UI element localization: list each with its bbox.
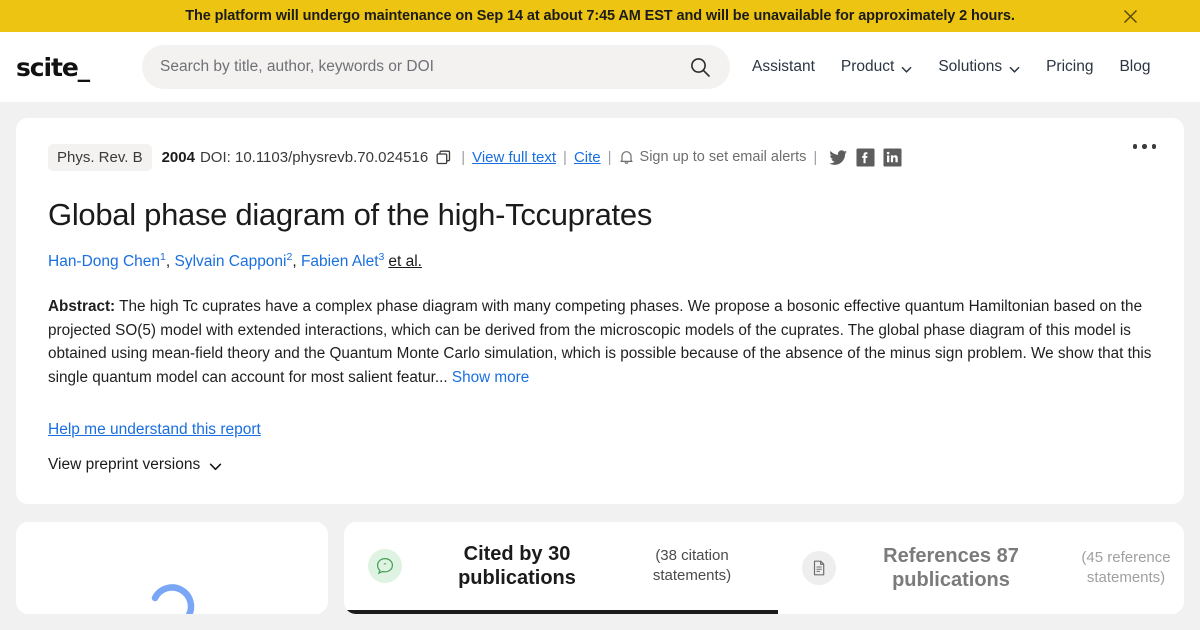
maintenance-banner: The platform will undergo maintenance on…	[0, 0, 1200, 32]
tab-references[interactable]: References 87 publications (45 reference…	[778, 522, 1184, 614]
view-preprint-versions-toggle[interactable]: View preprint versions	[48, 456, 222, 474]
twitter-bird-glyph	[829, 149, 848, 165]
dot	[1142, 144, 1147, 149]
nav-item-pricing[interactable]: Pricing	[1046, 58, 1093, 76]
copy-glyph	[436, 150, 451, 164]
separator: |	[563, 148, 567, 166]
bottom-row: ” Cited by 30 publications (38 citation …	[16, 522, 1184, 615]
references-statements: (45 reference statements)	[1081, 549, 1171, 587]
abstract-body: The high Tc cuprates have a complex phas…	[48, 298, 1152, 386]
email-alerts-label: Sign up to set email alerts	[639, 149, 807, 165]
separator: |	[461, 148, 466, 166]
quote-bubble-icon: ”	[368, 549, 402, 584]
nav-item-product[interactable]: Product	[841, 58, 912, 76]
view-full-text-link[interactable]: View full text	[472, 149, 556, 166]
author-name: Sylvain Capponi	[174, 253, 287, 271]
help-understand-report-link[interactable]: Help me understand this report	[48, 421, 261, 439]
magnifier-glyph	[691, 58, 710, 77]
search-bar[interactable]	[142, 45, 730, 89]
paper-meta-row: Phys. Rev. B 2004 DOI: 10.1103/physrevb.…	[48, 142, 1152, 172]
site-header: scite_ Assistant Product Solutions Pr	[0, 32, 1200, 102]
page-body: Phys. Rev. B 2004 DOI: 10.1103/physrevb.…	[0, 102, 1200, 630]
cited-by-statements: (38 citation statements)	[652, 547, 732, 585]
facebook-glyph	[856, 147, 875, 167]
facebook-icon[interactable]	[856, 147, 875, 167]
spinner-arc-glyph	[151, 584, 195, 615]
author-list: Han-Dong Chen1, Sylvain Capponi2, Fabien…	[48, 251, 1152, 271]
bell-glyph	[619, 151, 633, 164]
show-more-link[interactable]: Show more	[452, 369, 529, 386]
linkedin-icon[interactable]	[883, 147, 902, 167]
author-affiliation-sup: 3	[378, 251, 385, 264]
chevron-down-icon	[209, 460, 222, 471]
nav-item-blog[interactable]: Blog	[1119, 58, 1150, 76]
loading-spinner	[141, 574, 203, 615]
abstract-label: Abstract:	[48, 298, 116, 316]
linkedin-glyph	[883, 147, 902, 167]
paper-card: Phys. Rev. B 2004 DOI: 10.1103/physrevb.…	[16, 118, 1184, 505]
et-al-link[interactable]: et al.	[388, 253, 422, 270]
dot	[1132, 144, 1137, 149]
publication-year: 2004	[161, 148, 195, 166]
nav-label: Solutions	[938, 58, 1003, 75]
document-icon	[802, 551, 836, 586]
page-title: Global phase diagram of the high-Tccupra…	[48, 197, 653, 232]
author-name: Fabien Alet	[300, 253, 379, 271]
dot	[1151, 144, 1156, 149]
abstract-text: Abstract: The high Tc cuprates have a co…	[48, 295, 1152, 389]
chevron-down-icon	[1009, 62, 1020, 73]
journal-badge[interactable]: Phys. Rev. B	[48, 143, 152, 171]
main-nav: Assistant Product Solutions Pricing Blog	[752, 58, 1151, 76]
twitter-icon[interactable]	[829, 148, 848, 167]
email-alerts-button[interactable]: Sign up to set email alerts	[619, 149, 807, 165]
author-link[interactable]: Han-Dong Chen1	[48, 251, 166, 271]
nav-label: Product	[840, 58, 895, 75]
document-glyph	[813, 560, 825, 576]
nav-item-assistant[interactable]: Assistant	[752, 58, 815, 76]
separator: |	[813, 148, 818, 166]
svg-text:”: ”	[383, 562, 387, 570]
nav-label: Blog	[1119, 58, 1151, 75]
chevron-down-icon	[901, 62, 912, 73]
author-link[interactable]: Fabien Alet3	[300, 251, 385, 271]
author-name: Han-Dong Chen	[48, 253, 161, 271]
close-icon[interactable]	[1120, 6, 1140, 26]
tab-cited-by[interactable]: ” Cited by 30 publications (38 citation …	[344, 522, 778, 615]
more-options-button[interactable]	[1127, 138, 1163, 155]
author-separator: ,	[292, 253, 301, 271]
metrics-panel	[16, 522, 328, 615]
search-input[interactable]	[160, 58, 688, 76]
cited-by-label: Cited by 30 publications	[458, 543, 576, 590]
maintenance-banner-text: The platform will undergo maintenance on…	[185, 8, 1015, 24]
bell-icon	[619, 149, 634, 165]
copy-icon[interactable]	[435, 149, 452, 166]
author-link[interactable]: Sylvain Capponi2	[174, 251, 292, 271]
doi-text: DOI: 10.1103/physrevb.70.024516	[199, 148, 429, 166]
nav-label: Assistant	[752, 58, 815, 75]
citation-tabs: ” Cited by 30 publications (38 citation …	[344, 522, 1184, 615]
nav-label: Pricing	[1046, 58, 1094, 75]
separator: |	[607, 148, 612, 166]
cite-link[interactable]: Cite	[574, 149, 601, 166]
quote-bubble-glyph: ”	[376, 558, 394, 575]
search-icon[interactable]	[688, 55, 712, 79]
social-share-group	[829, 147, 902, 167]
preprint-label: View preprint versions	[48, 456, 201, 474]
references-label: References 87 publications	[883, 545, 1019, 592]
scite-logo[interactable]: scite_	[16, 53, 128, 82]
nav-item-solutions[interactable]: Solutions	[938, 58, 1020, 76]
close-x-glyph	[1123, 9, 1137, 23]
